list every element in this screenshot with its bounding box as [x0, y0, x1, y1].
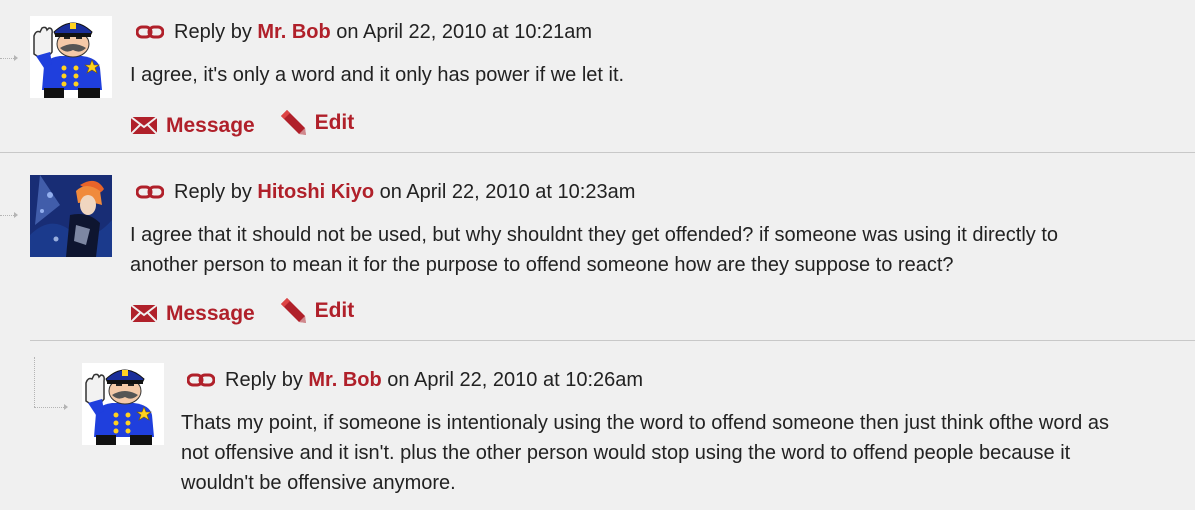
thread-line [34, 357, 35, 407]
message-button[interactable]: Message [130, 302, 255, 326]
edit-button[interactable]: Edit [279, 110, 355, 136]
avatar[interactable] [30, 16, 112, 98]
chain-link-icon[interactable] [187, 373, 215, 387]
reply-prefix: Reply by [225, 369, 303, 391]
thread-connector [34, 407, 64, 408]
text-line: wouldn't be offensive anymore. [181, 472, 456, 494]
author-link[interactable]: Hitoshi Kiyo [257, 181, 374, 203]
pencil-icon [280, 298, 306, 323]
envelope-icon [130, 304, 158, 323]
message-label: Message [166, 113, 255, 137]
reply-date: on April 22, 2010 at 10:26am [387, 369, 644, 391]
thread-connector [0, 58, 14, 59]
message-label: Message [166, 301, 255, 325]
reply-prefix: Reply by [174, 181, 252, 203]
police-avatar-image [82, 363, 164, 445]
envelope-icon [130, 116, 158, 135]
avatar[interactable] [82, 363, 164, 445]
police-avatar-image [30, 16, 112, 98]
edit-button[interactable]: Edit [279, 298, 355, 324]
avatar[interactable] [30, 175, 112, 257]
reply-actions: Message Edit [130, 298, 372, 330]
author-link[interactable]: Mr. Bob [308, 369, 381, 391]
thread-arrow [14, 212, 18, 218]
thread-connector [0, 215, 14, 216]
text-line: another person to mean it for the purpos… [130, 254, 954, 276]
anime-avatar-image [30, 175, 112, 257]
reply-text: Thats my point, if someone is intentiona… [181, 408, 1109, 498]
reply-1: Reply by Mr. Bob on April 22, 2010 at 10… [0, 0, 1195, 153]
thread-arrow [64, 404, 68, 410]
edit-label: Edit [314, 299, 355, 322]
reply-header: Reply by Mr. Bob on April 22, 2010 at 10… [187, 368, 643, 392]
reply-3-nested: Reply by Mr. Bob on April 22, 2010 at 10… [0, 341, 1195, 510]
message-button[interactable]: Message [130, 114, 255, 138]
chain-link-icon[interactable] [136, 185, 164, 199]
reply-2: Reply by Hitoshi Kiyo on April 22, 2010 … [0, 153, 1195, 341]
reply-actions: Message Edit [130, 110, 372, 142]
author-link[interactable]: Mr. Bob [257, 21, 330, 43]
reply-header: Reply by Mr. Bob on April 22, 2010 at 10… [136, 20, 592, 44]
text-line: Thats my point, if someone is intentiona… [181, 412, 1109, 434]
edit-label: Edit [314, 111, 355, 134]
reply-text: I agree that it should not be used, but … [130, 220, 1058, 280]
reply-date: on April 22, 2010 at 10:23am [379, 181, 636, 203]
text-line: not offensive and it isn't. plus the oth… [181, 442, 1071, 464]
reply-prefix: Reply by [174, 21, 252, 43]
reply-text: I agree, it's only a word and it only ha… [130, 64, 625, 86]
text-line: I agree that it should not be used, but … [130, 224, 1058, 246]
chain-link-icon[interactable] [136, 25, 164, 39]
reply-date: on April 22, 2010 at 10:21am [336, 21, 593, 43]
reply-header: Reply by Hitoshi Kiyo on April 22, 2010 … [136, 180, 635, 204]
pencil-icon [280, 110, 306, 135]
thread-arrow [14, 55, 18, 61]
